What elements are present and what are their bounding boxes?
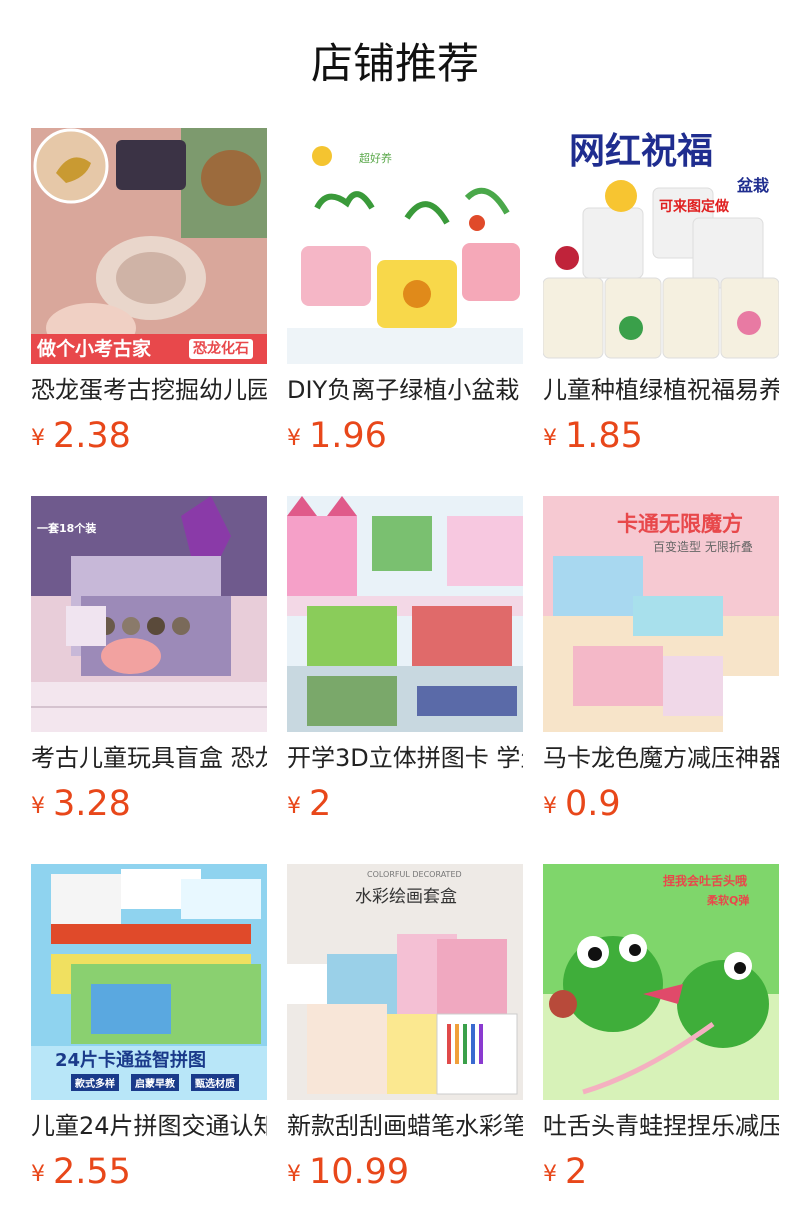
product-image[interactable] (287, 496, 523, 732)
product-name[interactable]: 儿童24片拼图交通认知 (31, 1108, 267, 1144)
image-badge: 恐龙化石 (189, 339, 253, 359)
image-headline: 卡通无限魔方 (617, 512, 743, 536)
product-price: ¥2 (287, 784, 331, 828)
image-subhead: 柔软Q弹 (707, 894, 750, 907)
product-name[interactable]: 开学3D立体拼图卡 学生 (287, 740, 523, 776)
currency-symbol: ¥ (31, 425, 45, 451)
image-tag: 款式多样 (71, 1074, 119, 1091)
price-value: 1.85 (565, 416, 643, 456)
image-headline: 捏我会吐舌头哦 (663, 874, 748, 888)
page-title: 店铺推荐 (310, 39, 479, 88)
image-headline: 水彩绘画套盒 (355, 887, 457, 907)
price-value: 0.9 (565, 784, 621, 824)
product-card[interactable]: 捏我会吐舌头哦 柔软Q弹 吐舌头青蛙捏捏乐减压 ¥2 (543, 864, 779, 1194)
product-card[interactable]: 24片卡通益智拼图 款式多样 启蒙早教 甄选材质 儿童24片拼图交通认知 ¥2.… (31, 864, 267, 1194)
product-name[interactable]: 考古儿童玩具盲盒 恐龙 (31, 740, 267, 776)
image-headline: 24片卡通益智拼图 (55, 1050, 207, 1071)
product-image[interactable]: 一套18个装 (31, 496, 267, 732)
product-card[interactable]: 卡通无限魔方 百变造型 无限折叠 马卡龙色魔方减压神器 ¥0.9 (543, 496, 779, 826)
product-name[interactable]: 马卡龙色魔方减压神器 (543, 740, 779, 776)
image-subhead: 百变造型 无限折叠 (653, 540, 753, 554)
price-value: 2.38 (53, 416, 131, 456)
product-price: ¥3.28 (31, 784, 131, 828)
product-price: ¥2.38 (31, 416, 131, 460)
product-card[interactable]: 一套18个装 考古儿童玩具盲盒 恐龙 ¥3.28 (31, 496, 267, 826)
price-value: 2 (309, 784, 332, 824)
price-value: 1.96 (309, 416, 387, 456)
image-caption: 一套18个装 (37, 522, 97, 535)
product-price: ¥10.99 (287, 1152, 409, 1196)
image-tag: 可来图定做 (659, 199, 729, 215)
price-value: 10.99 (309, 1152, 410, 1192)
currency-symbol: ¥ (543, 793, 557, 819)
image-caption: 做个小考古家 (37, 338, 152, 360)
product-name[interactable]: 新款刮刮画蜡笔水彩笔 (287, 1108, 523, 1144)
currency-symbol: ¥ (287, 425, 301, 451)
product-card[interactable]: 网红祝福 盆栽 可来图定做 儿童种植绿植祝福易养 ¥1.85 (543, 128, 779, 458)
product-image[interactable]: 超好养 (287, 128, 523, 364)
product-name[interactable]: 吐舌头青蛙捏捏乐减压 (543, 1108, 779, 1144)
image-tag: 甄选材质 (191, 1074, 239, 1091)
price-value: 2.55 (53, 1152, 131, 1192)
currency-symbol: ¥ (31, 793, 45, 819)
product-price: ¥2 (543, 1152, 587, 1196)
image-headline: 网红祝福 (569, 131, 714, 172)
image-subhead: 盆栽 (737, 176, 770, 195)
currency-symbol: ¥ (543, 425, 557, 451)
product-image[interactable]: 卡通无限魔方 百变造型 无限折叠 (543, 496, 779, 732)
product-image[interactable]: 24片卡通益智拼图 款式多样 启蒙早教 甄选材质 (31, 864, 267, 1100)
image-tag: 启蒙早教 (131, 1074, 179, 1091)
currency-symbol: ¥ (287, 793, 301, 819)
product-image[interactable]: COLORFUL DECORATED 水彩绘画套盒 (287, 864, 523, 1100)
price-value: 3.28 (53, 784, 131, 824)
product-price: ¥1.85 (543, 416, 643, 460)
currency-symbol: ¥ (287, 1161, 301, 1187)
product-image[interactable]: 做个小考古家 恐龙化石 (31, 128, 267, 364)
product-price: ¥0.9 (543, 784, 621, 828)
product-card[interactable]: 开学3D立体拼图卡 学生 ¥2 (287, 496, 523, 826)
product-name[interactable]: 恐龙蛋考古挖掘幼儿园 (31, 372, 267, 408)
price-value: 2 (565, 1152, 588, 1192)
product-price: ¥2.55 (31, 1152, 131, 1196)
image-caption: COLORFUL DECORATED (367, 870, 462, 879)
currency-symbol: ¥ (543, 1161, 557, 1187)
product-image[interactable]: 捏我会吐舌头哦 柔软Q弹 (543, 864, 779, 1100)
image-caption: 超好养 (359, 152, 392, 165)
product-card[interactable]: COLORFUL DECORATED 水彩绘画套盒 新款刮刮画蜡笔水彩笔 ¥10… (287, 864, 523, 1194)
product-name[interactable]: DIY负离子绿植小盆栽 (287, 372, 523, 408)
product-image[interactable]: 网红祝福 盆栽 可来图定做 (543, 128, 779, 364)
product-name[interactable]: 儿童种植绿植祝福易养 (543, 372, 779, 408)
currency-symbol: ¥ (31, 1161, 45, 1187)
product-price: ¥1.96 (287, 416, 387, 460)
product-card[interactable]: 超好养 DIY负离子绿植小盆栽 ¥1.96 (287, 128, 523, 458)
product-card[interactable]: 做个小考古家 恐龙化石 恐龙蛋考古挖掘幼儿园 ¥2.38 (31, 128, 267, 458)
